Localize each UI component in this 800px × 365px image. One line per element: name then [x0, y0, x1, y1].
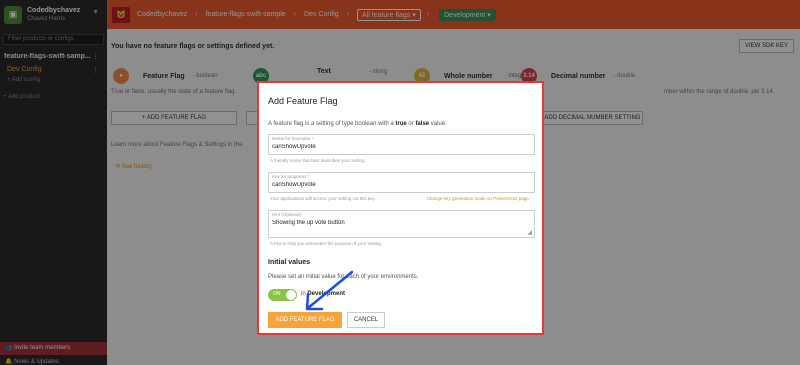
key-input[interactable]: [272, 182, 527, 188]
resize-handle-icon[interactable]: ◢: [527, 229, 532, 236]
hint-field[interactable]: Hint (Optional) ◢: [268, 210, 535, 238]
desc-false: false: [415, 121, 430, 127]
name-input[interactable]: [272, 144, 527, 150]
key-help-text: Your applications will access your setti…: [270, 196, 376, 201]
toggle-env-name: Development: [307, 291, 346, 297]
name-field-label: Name for hoomans *: [272, 136, 314, 141]
toggle-knob: [286, 290, 296, 300]
key-field-label: Key for programs *: [272, 174, 310, 179]
toggle-on-label: ON: [273, 291, 281, 297]
initial-values-heading: Initial values: [268, 259, 311, 266]
key-mode-link[interactable]: Change key generation mode on Preference…: [427, 196, 530, 201]
desc-text: value.: [429, 121, 447, 127]
dialog-description: A feature flag is a setting of type bool…: [268, 121, 447, 127]
add-feature-flag-dialog: Add Feature Flag A feature flag is a set…: [257, 81, 544, 335]
toggle-environment: in Development: [301, 291, 345, 297]
cancel-button[interactable]: CANCEL: [347, 312, 385, 328]
initial-values-description: Please set an initial value for each of …: [268, 274, 419, 280]
initial-value-toggle[interactable]: ON: [268, 289, 297, 301]
desc-true: true: [395, 121, 407, 127]
name-help-text: A friendly name that best describes your…: [270, 158, 366, 163]
name-field[interactable]: Name for hoomans *: [268, 134, 535, 155]
app-root: ▣ Codedbychavez Chavez Harris ▼ Filter p…: [0, 0, 800, 365]
hint-input[interactable]: [272, 220, 527, 226]
dialog-title: Add Feature Flag: [268, 96, 338, 106]
add-feature-flag-submit-button[interactable]: ADD FEATURE FLAG: [268, 312, 342, 328]
key-field[interactable]: Key for programs *: [268, 172, 535, 193]
hint-field-label: Hint (Optional): [272, 212, 302, 217]
hint-help-text: A hint to help you remember the purpose …: [270, 241, 383, 246]
desc-text: A feature flag is a setting of type bool…: [268, 121, 396, 127]
